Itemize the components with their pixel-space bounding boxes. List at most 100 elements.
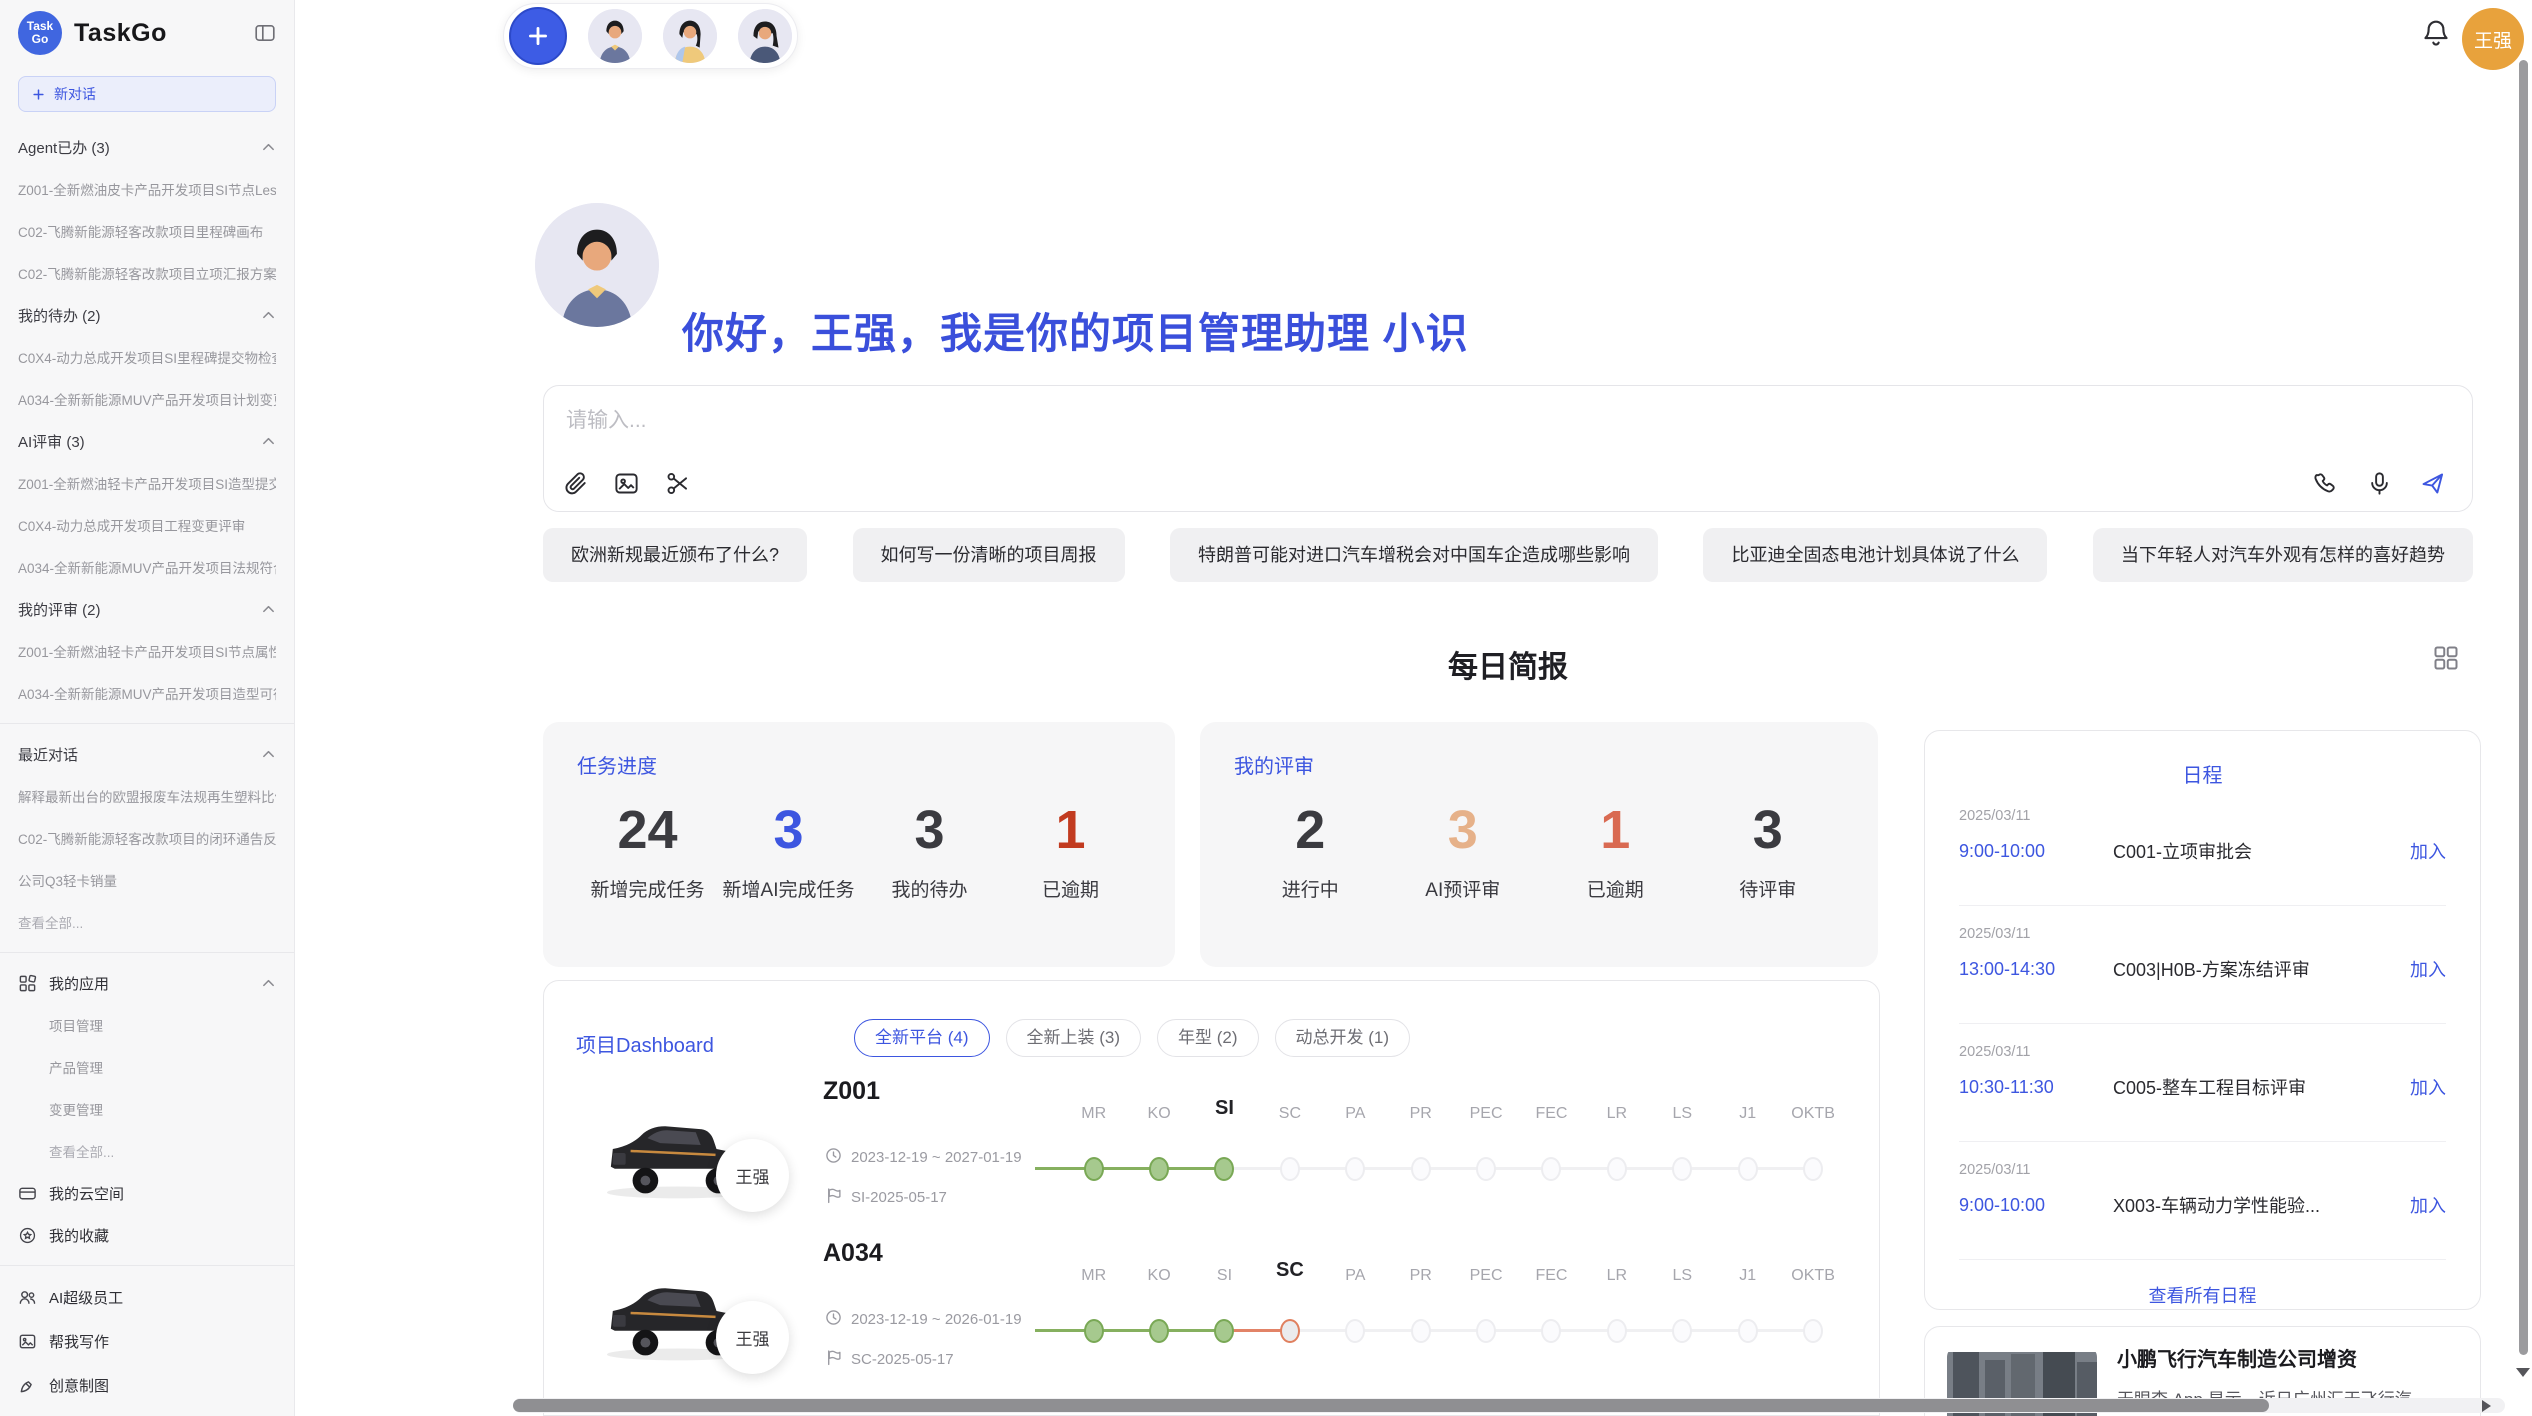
milestone: FEC — [1519, 1061, 1584, 1223]
sidebar-collapse-icon[interactable] — [254, 22, 276, 44]
milestone-label: OKTB — [1780, 1267, 1845, 1285]
flag-icon — [825, 1349, 842, 1370]
sidebar-app-item[interactable]: 产品管理 — [18, 1046, 276, 1088]
sidebar-section-header[interactable]: 最近对话 — [18, 733, 276, 775]
milestone: LS — [1650, 1223, 1715, 1385]
sidebar-app-item[interactable]: 变更管理 — [18, 1088, 276, 1130]
sidebar-item-label: 帮我写作 — [49, 1331, 109, 1352]
sidebar-task-item[interactable]: 公司Q3轻卡销量 — [18, 859, 276, 901]
milestone-strip: MRKOSISCPAPRPECFECLRLSJ1OKTB — [1061, 1061, 1845, 1223]
sidebar-section-header[interactable]: AI评审 (3) — [18, 420, 276, 462]
suggestion-chips: 欧洲新规最近颁布了什么? 如何写一份清晰的项目周报特朗普可能对进口汽车增税会对中国… — [543, 528, 2473, 582]
notification-bell-icon[interactable] — [2420, 17, 2452, 49]
pen-nib-icon — [18, 1376, 37, 1395]
sidebar-item-creative-draw[interactable]: 创意制图 — [18, 1363, 276, 1407]
stat-item: 1已逾期 — [1000, 799, 1141, 902]
microphone-icon[interactable] — [2366, 470, 2393, 497]
image-upload-icon[interactable] — [613, 470, 640, 497]
sidebar-task-item[interactable]: A034-全新新能源MUV产品开发项目造型可行性评审 — [18, 672, 276, 714]
phone-call-icon[interactable] — [2313, 470, 2340, 497]
milestone-dot — [1476, 1157, 1496, 1181]
people-icon — [18, 1288, 37, 1307]
stat-label: 已逾期 — [1000, 875, 1141, 902]
milestone-dot — [1084, 1157, 1104, 1181]
project-code: A034 — [823, 1239, 883, 1268]
sidebar-task-item[interactable]: C0X4-动力总成开发项目SI里程碑提交物检查 — [18, 336, 276, 378]
add-agent-button[interactable] — [509, 7, 567, 65]
vertical-scrollbar-thumb[interactable] — [2519, 60, 2528, 1355]
briefing-layout-grid-icon[interactable] — [2432, 644, 2460, 672]
dashboard-filter-tab[interactable]: 全新上装 (3) — [1006, 1019, 1142, 1057]
milestone-label: PR — [1388, 1105, 1453, 1123]
stat-value: 3 — [1387, 799, 1540, 861]
schedule-card: 日程 2025/03/119:00-10:00C001-立项审批会加入2025/… — [1924, 730, 2481, 1310]
sidebar-task-item[interactable]: C02-飞腾新能源轻客改款项目的闭环通告反馈情况 — [18, 817, 276, 859]
sidebar-task-item[interactable]: Z001-全新燃油轻卡产品开发项目SI造型提交物评审 — [18, 462, 276, 504]
sidebar-section-header[interactable]: Agent已办 (3) — [18, 126, 276, 168]
sidebar-task-item[interactable]: Z001-全新燃油皮卡产品开发项目SI节点Lesson Learn报告 — [18, 168, 276, 210]
event-join-link[interactable]: 加入 — [2410, 1192, 2446, 1218]
new-chat-button[interactable]: 新对话 — [18, 76, 276, 112]
milestone-label: SI — [1192, 1267, 1257, 1285]
sidebar-item-my-apps[interactable]: 我的应用 — [18, 962, 276, 1004]
suggestion-chip[interactable]: 如何写一份清晰的项目周报 — [853, 528, 1125, 582]
event-join-link[interactable]: 加入 — [2410, 1074, 2446, 1100]
milestone-label: MR — [1061, 1267, 1126, 1285]
sidebar-task-item[interactable]: A034-全新新能源MUV产品开发项目计划变更表编写 — [18, 378, 276, 420]
scroll-down-arrow[interactable] — [2516, 1368, 2530, 1377]
horizontal-scrollbar-thumb[interactable] — [513, 1399, 2269, 1412]
sidebar-item-cloud-space[interactable]: 我的云空间 — [18, 1172, 276, 1214]
sidebar-divider — [0, 952, 294, 953]
agent-avatar-1[interactable] — [588, 9, 642, 63]
dashboard-filter-tab[interactable]: 动总开发 (1) — [1275, 1019, 1411, 1057]
sidebar-item-favorites[interactable]: 我的收藏 — [18, 1214, 276, 1256]
agent-avatar-2[interactable] — [663, 9, 717, 63]
milestone-dot — [1607, 1319, 1627, 1343]
sidebar-item-write-helper[interactable]: 帮我写作 — [18, 1319, 276, 1363]
stat-value: 3 — [718, 799, 859, 861]
event-join-link[interactable]: 加入 — [2410, 838, 2446, 864]
milestone-dot — [1149, 1319, 1169, 1343]
send-icon[interactable] — [2419, 470, 2446, 497]
milestone-dot — [1738, 1157, 1758, 1181]
event-main: 9:00-10:00C001-立项审批会加入 — [1959, 838, 2446, 864]
suggestion-chip[interactable]: 特朗普可能对进口汽车增税会对中国车企造成哪些影响 — [1170, 528, 1658, 582]
dashboard-filter-tab[interactable]: 全新平台 (4) — [854, 1019, 990, 1057]
project-owner-badge: 王强 — [716, 1301, 789, 1374]
sidebar-item-ai-staff[interactable]: AI超级员工 — [18, 1275, 276, 1319]
section-title: 最近对话 — [18, 744, 78, 765]
event-join-link[interactable]: 加入 — [2410, 956, 2446, 982]
agent-avatar-3[interactable] — [738, 9, 792, 63]
milestone-label: LR — [1584, 1267, 1649, 1285]
scissors-icon[interactable] — [664, 470, 691, 497]
sidebar-task-item[interactable]: C02-飞腾新能源轻客改款项目里程碑画布 — [18, 210, 276, 252]
view-all-schedule-link[interactable]: 查看所有日程 — [1959, 1282, 2446, 1308]
sidebar-task-item[interactable]: A034-全新新能源MUV产品开发项目法规符合性评审 — [18, 546, 276, 588]
sidebar-app-item[interactable]: 项目管理 — [18, 1004, 276, 1046]
scroll-right-arrow[interactable] — [2482, 1400, 2491, 1412]
suggestion-chip[interactable]: 比亚迪全固态电池计划具体说了什么 — [1703, 528, 2047, 582]
sidebar-task-item[interactable]: Z001-全新燃油轻卡产品开发项目SI节点属性5D文件评审 — [18, 630, 276, 672]
sidebar-task-item[interactable]: 解释最新出台的欧盟报废车法规再生塑料比例被调至15%... — [18, 775, 276, 817]
schedule-event: 2025/03/119:00-10:00C001-立项审批会加入 — [1959, 788, 2446, 906]
milestone: KO — [1126, 1061, 1191, 1223]
sidebar-app-item[interactable]: 查看全部... — [18, 1130, 276, 1172]
sidebar-task-item[interactable]: 查看全部... — [18, 901, 276, 943]
milestone: SI — [1192, 1223, 1257, 1385]
sidebar-task-item[interactable]: C0X4-动力总成开发项目工程变更评审 — [18, 504, 276, 546]
suggestion-chip[interactable]: 欧洲新规最近颁布了什么? — [543, 528, 807, 582]
event-main: 13:00-14:30C003|H0B-方案冻结评审加入 — [1959, 956, 2446, 982]
stat-item: 3新增AI完成任务 — [718, 799, 859, 902]
attachment-paperclip-icon[interactable] — [562, 470, 589, 497]
sidebar-section-header[interactable]: 我的评审 (2) — [18, 588, 276, 630]
user-avatar[interactable]: 王强 — [2462, 8, 2524, 70]
dashboard-filter-tab[interactable]: 年型 (2) — [1157, 1019, 1259, 1057]
sidebar-task-item[interactable]: C02-飞腾新能源轻客改款项目立项汇报方案 — [18, 252, 276, 294]
milestone-label: PR — [1388, 1267, 1453, 1285]
chat-input[interactable] — [564, 408, 1768, 434]
suggestion-chip[interactable]: 当下年轻人对汽车外观有怎样的喜好趋势 — [2093, 528, 2473, 582]
greeting-text: 你好，王强，我是你的项目管理助理 小识 — [682, 300, 1469, 361]
sidebar-section-header[interactable]: 我的待办 (2) — [18, 294, 276, 336]
milestone: KO — [1126, 1223, 1191, 1385]
schedule-event: 2025/03/119:00-10:00X003-车辆动力学性能验...加入 — [1959, 1142, 2446, 1260]
